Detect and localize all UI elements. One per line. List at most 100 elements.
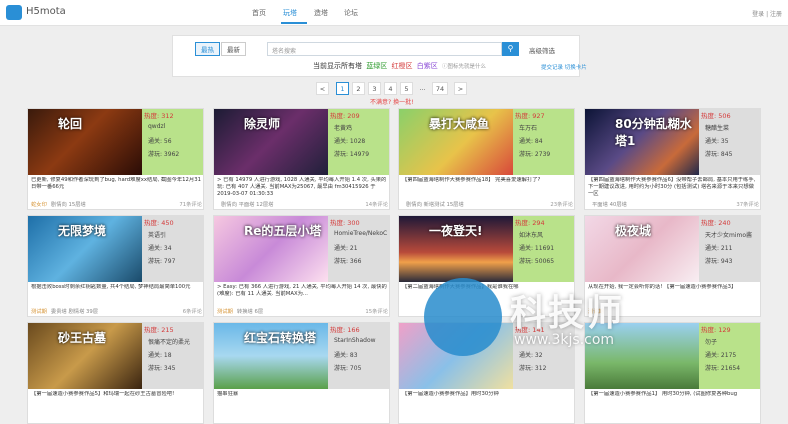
tower-title[interactable]: 除灵师: [244, 115, 280, 132]
page-4[interactable]: 4: [384, 82, 397, 95]
tower-cover-image[interactable]: 无限梦境: [28, 216, 142, 282]
tower-author[interactable]: 恨痛不定的柔光: [148, 337, 190, 346]
tag-blue-green[interactable]: 蓝绿区: [366, 61, 387, 71]
tower-card[interactable]: 除灵师 热度: 209 老黄鸡 通关: 1028 游玩: 14979 > 已有 14979…: [213, 108, 390, 210]
tower-card[interactable]: 热度: 141 通关: 32 游玩: 312 【第一届速造小赛参赛作品】用时30分钟: [398, 322, 575, 424]
tower-tags[interactable]: 转换塔 6层: [237, 309, 263, 315]
tower-description: 【第四届蓝海塔制作大赛参赛作品18】 完美喜爱速解打了?: [402, 177, 541, 183]
tower-title[interactable]: Re的五层小塔: [244, 222, 321, 239]
tower-tag[interactable]: 测试期: [588, 309, 604, 315]
page-prev[interactable]: <: [316, 82, 329, 95]
tower-title[interactable]: 80分钟乱糊水塔1: [615, 115, 699, 149]
tower-cover-image[interactable]: 极夜城: [585, 216, 699, 282]
tower-tags[interactable]: 委贵塔 剧情塔 39层: [51, 309, 98, 315]
tower-title[interactable]: 一夜登天!: [429, 222, 482, 239]
filter-hint: ⓘ图标先就是什么: [441, 64, 486, 70]
tower-card[interactable]: 80分钟乱糊水塔1 热度: 506 糖醋生菜 通关: 35 游玩: 845 【第四届蓝海塔…: [584, 108, 761, 210]
tower-author[interactable]: 英语引: [148, 230, 166, 239]
tower-card[interactable]: 红宝石转换塔 热度: 166 StarInShadow 通关: 83 游玩: 705 猫串…: [213, 322, 390, 424]
tower-title[interactable]: 砂王古墓: [58, 329, 106, 346]
tower-tags[interactable]: 平面塔 40层塔: [592, 202, 627, 208]
tower-author[interactable]: StarInShadow: [334, 337, 376, 344]
tower-comments[interactable]: 15条评论: [365, 307, 388, 315]
tower-cover-image[interactable]: 砂王古墓: [28, 323, 142, 389]
tower-card[interactable]: 极夜城 热度: 240 天才少女mimo酱 通关: 211 游玩: 943 从现在开始, …: [584, 215, 761, 317]
tower-title[interactable]: 红宝石转换塔: [244, 329, 316, 346]
nav-create[interactable]: 造塔: [314, 8, 328, 18]
tower-card[interactable]: Re的五层小塔 热度: 300 HomieTree/NekoC 通关: 21 游玩: 3…: [213, 215, 390, 317]
tower-tags[interactable]: 剧情向 平面塔 12层塔: [221, 202, 273, 208]
tower-comments[interactable]: 23条评论: [550, 200, 573, 208]
auth-links[interactable]: 登录 | 注册: [752, 9, 782, 18]
tower-cover-image[interactable]: 暴打大咸鱼: [399, 109, 513, 175]
tower-tags[interactable]: 剧情向 15层塔: [51, 202, 86, 208]
tower-footer: 剧情向 新塔测试 15层塔 23条评论: [399, 198, 574, 209]
tower-cover-image[interactable]: 80分钟乱糊水塔1: [585, 109, 699, 175]
tower-card[interactable]: 一夜登天! 热度: 294 如沐东风 通关: 11691 游玩: 50065 【第二届蓝海…: [398, 215, 575, 317]
tower-author[interactable]: qwdzl: [148, 123, 165, 130]
tower-author[interactable]: 天才少女mimo酱: [705, 230, 752, 239]
nav-home[interactable]: 首页: [252, 8, 266, 18]
tower-tag[interactable]: 测试期: [31, 309, 47, 315]
tower-comments[interactable]: 37条评论: [736, 200, 759, 208]
tower-author[interactable]: 如沐东风: [519, 230, 543, 239]
tower-heat: 热度: 209: [330, 112, 360, 120]
tower-clears: 通关: 11691: [519, 245, 555, 252]
nav-play[interactable]: 玩塔: [283, 8, 297, 18]
sort-hot-button[interactable]: 最热: [195, 42, 220, 56]
page-3[interactable]: 3: [368, 82, 381, 95]
tower-card[interactable]: 无限梦境 热度: 450 英语引 通关: 34 游玩: 797 根据击败boss时剩余红钥…: [27, 215, 204, 317]
tower-tag[interactable]: 蛇女印: [31, 202, 47, 208]
tower-cover-image[interactable]: Re的五层小塔: [214, 216, 328, 282]
tower-card[interactable]: 暴打大咸鱼 热度: 927 车万石 通关: 84 游玩: 2739 【第四届蓝海塔制作大赛…: [398, 108, 575, 210]
tower-plays: 游玩: 345: [148, 365, 176, 372]
top-bar: H5mota 首页 玩塔 造塔 论坛 登录 | 注册: [0, 0, 788, 26]
tower-tags[interactable]: 剧情向 新塔测试 15层塔: [406, 202, 464, 208]
nav-active-underline: [281, 22, 307, 24]
tower-card[interactable]: 热度: 129 勿子 通关: 2175 游玩: 21654 【第一届速造小赛参赛作品1】…: [584, 322, 761, 424]
tower-card[interactable]: 砂王古墓 热度: 215 恨痛不定的柔光 通关: 18 游玩: 345 【第一届速造小赛参…: [27, 322, 204, 424]
page-1[interactable]: 1: [336, 82, 349, 95]
tower-author[interactable]: 勿子: [705, 337, 717, 346]
page-next[interactable]: >: [454, 82, 467, 95]
tower-comments[interactable]: 14条评论: [365, 200, 388, 208]
record-switch-links[interactable]: 提交记录 切换卡片: [541, 63, 587, 71]
logo-icon[interactable]: [6, 5, 22, 20]
tag-red-orange[interactable]: 红橙区: [391, 61, 412, 71]
nav-forum[interactable]: 论坛: [344, 8, 358, 18]
tower-card[interactable]: 轮回 热度: 312 qwdzl 通关: 56 游玩: 3962 已更新, 修复49和作者…: [27, 108, 204, 210]
tower-title[interactable]: 无限梦境: [58, 222, 106, 239]
tower-description: 从现在开始, 我一定会听你的话! 【第一届速造小赛参赛作品3】: [588, 284, 737, 290]
page-5[interactable]: 5: [400, 82, 413, 95]
logo-text[interactable]: H5mota: [26, 6, 66, 17]
search-button[interactable]: ⚲: [502, 42, 519, 56]
advanced-filter-link[interactable]: 高级筛选: [529, 45, 555, 55]
tower-cover-image[interactable]: [585, 323, 699, 389]
tower-title[interactable]: 暴打大咸鱼: [429, 115, 489, 132]
tower-cover-image[interactable]: 一夜登天!: [399, 216, 513, 282]
tower-comments[interactable]: 71条评论: [179, 200, 202, 208]
tower-author[interactable]: 糖醋生菜: [705, 123, 729, 132]
tower-cover-image[interactable]: 除灵师: [214, 109, 328, 175]
tower-clears: 通关: 1028: [334, 138, 366, 145]
tower-comments[interactable]: 6条评论: [183, 307, 202, 315]
tower-author[interactable]: HomieTree/NekoC: [334, 230, 387, 237]
tag-white-purple[interactable]: 白紫区: [417, 61, 438, 71]
tower-title[interactable]: 极夜城: [615, 222, 651, 239]
page-2[interactable]: 2: [352, 82, 365, 95]
tower-heat: 热度: 215: [144, 326, 174, 334]
tower-clears: 通关: 32: [519, 352, 543, 359]
sort-new-button[interactable]: 最新: [221, 42, 246, 56]
tower-title[interactable]: 轮回: [58, 115, 82, 132]
refresh-note[interactable]: 不满意? 换一批!: [370, 97, 414, 106]
tower-cover-image[interactable]: 轮回: [28, 109, 142, 175]
tower-description: 【第四届蓝海塔制作大赛参赛作品6】没带帮子去邮局, 基本只用于练手, 下一期建议…: [588, 177, 756, 197]
search-input[interactable]: 塔名搜索: [267, 42, 502, 56]
tower-cover-image[interactable]: 红宝石转换塔: [214, 323, 328, 389]
tower-tag[interactable]: 测试期: [217, 309, 233, 315]
tower-cover-image[interactable]: [399, 323, 513, 389]
tower-author[interactable]: 车万石: [519, 123, 537, 132]
tower-heat: 热度: 166: [330, 326, 360, 334]
page-74[interactable]: 74: [432, 82, 448, 95]
tower-author[interactable]: 老黄鸡: [334, 123, 352, 132]
